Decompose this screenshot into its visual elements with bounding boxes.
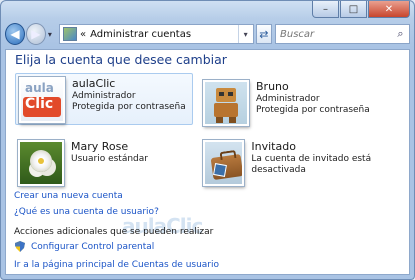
maximize-button[interactable]: □ (340, 1, 367, 18)
account-name: aulaClic (72, 77, 116, 90)
navigation-bar: ◀ ▶ ▾ « Administrar cuentas ▾ ⇄ ⌕ (5, 21, 411, 47)
account-name: Mary Rose (71, 140, 129, 153)
account-tile-mary-rose[interactable]: Mary Rose Usuario estándar (18, 140, 148, 186)
account-status: Protegida por contraseña (72, 102, 186, 112)
back-button[interactable]: ◀ (5, 23, 25, 45)
main-panel: Elija la cuenta que desee cambiar aula C… (5, 49, 410, 275)
search-input[interactable] (276, 27, 393, 41)
account-tile-bruno[interactable]: Bruno Administrador Protegida por contra… (203, 80, 370, 126)
user-accounts-home-link[interactable]: Ir a la página principal de Cuentas de u… (14, 260, 219, 270)
minimize-button[interactable]: – (312, 1, 339, 18)
account-tile-invitado[interactable]: Invitado La cuenta de invitado está desa… (203, 140, 409, 186)
robot-toy-icon (203, 80, 249, 126)
create-account-link[interactable]: Crear una nueva cuenta (14, 191, 123, 201)
address-text[interactable]: Administrar cuentas (90, 29, 238, 40)
account-status: Protegida por contraseña (256, 105, 370, 115)
flower-icon (18, 140, 64, 186)
forward-button[interactable]: ▶ (25, 23, 46, 45)
history-dropdown-icon[interactable]: ▾ (48, 30, 55, 39)
account-type: Administrador (256, 94, 320, 104)
section-title: Acciones adicionales que se pueden reali… (14, 227, 214, 237)
search-box[interactable]: ⌕ (275, 24, 411, 44)
account-name: Invitado (251, 140, 296, 153)
account-name: Bruno (256, 80, 289, 93)
page-title: Elija la cuenta que desee cambiar (15, 52, 227, 67)
account-type: Administrador (72, 91, 136, 101)
aulaclic-logo-icon: aula Clic (19, 77, 65, 123)
address-bar[interactable]: « Administrar cuentas ▾ (59, 24, 254, 44)
account-type: Usuario estándar (71, 154, 148, 164)
parental-control-link[interactable]: Configurar Control parental (31, 242, 154, 252)
account-tile-aulaclic[interactable]: aula Clic aulaClic Administrador Protegi… (15, 73, 193, 125)
address-dropdown-icon[interactable]: ▾ (237, 25, 253, 43)
briefcase-icon (203, 140, 245, 186)
close-button[interactable]: ✕ (368, 1, 410, 18)
account-status: La cuenta de invitado está desactivada (251, 154, 372, 175)
uac-shield-icon (15, 241, 25, 252)
caption-buttons: – □ ✕ (312, 1, 410, 19)
window: – □ ✕ ◀ ▶ ▾ « Administrar cuentas ▾ ⇄ ⌕ … (0, 0, 415, 280)
control-panel-icon (63, 27, 78, 41)
refresh-button[interactable]: ⇄ (255, 24, 273, 44)
search-icon[interactable]: ⌕ (392, 27, 409, 41)
breadcrumb-chevron-icon[interactable]: « (80, 29, 86, 40)
